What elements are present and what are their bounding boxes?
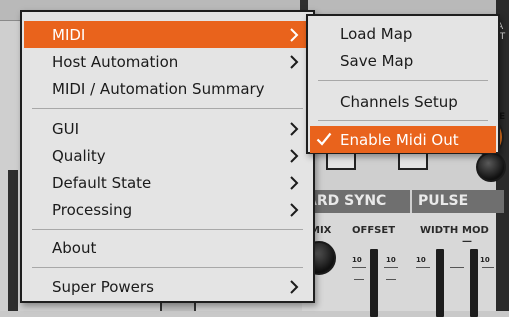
menu-item-label: Super Powers	[52, 277, 154, 296]
tick-mark	[450, 267, 464, 268]
chevron-right-icon	[283, 118, 305, 140]
col-label-mod: MOD—	[462, 225, 489, 247]
menu-item-label: Processing	[52, 200, 133, 219]
section-header-sync: ARD SYNC	[302, 190, 410, 213]
menu-item-label: Default State	[52, 173, 152, 192]
tick-mark	[384, 267, 398, 268]
menu-item-quality[interactable]: Quality	[24, 142, 311, 169]
submenu-item-enable-midi-out[interactable]: Enable Midi Out	[310, 126, 496, 153]
submenu-item-load-map[interactable]: Load Map	[310, 20, 496, 47]
slider-panel: MIX OFFSET WIDTH MOD— 10 10 10 10	[302, 213, 496, 317]
menu-item-label: MIDI / Automation Summary	[52, 79, 265, 98]
menu-item-midi-automation-summary[interactable]: MIDI / Automation Summary	[24, 75, 311, 102]
tick-label: 10	[352, 256, 362, 264]
chevron-right-icon	[283, 145, 305, 167]
tick-mark	[354, 279, 364, 280]
mod-slider[interactable]	[470, 249, 478, 317]
menu-item-host-automation[interactable]: Host Automation	[24, 48, 311, 75]
dark-frame-left	[8, 170, 18, 311]
menu-item-about[interactable]: About	[24, 234, 311, 261]
tick-label: 10	[416, 256, 426, 264]
chevron-right-icon	[283, 24, 305, 46]
menu-separator	[32, 267, 303, 268]
menu-separator	[318, 80, 488, 81]
menu-item-label: MIDI	[52, 25, 86, 44]
menu-item-super-powers[interactable]: Super Powers	[24, 273, 311, 300]
menu-separator	[32, 229, 303, 230]
submenu-item-label: Load Map	[340, 24, 413, 43]
chevron-right-icon	[283, 51, 305, 73]
menu-item-label: Host Automation	[52, 52, 179, 71]
col-label-width: WIDTH	[420, 225, 459, 236]
tick-mark	[482, 267, 494, 268]
tick-mark	[416, 267, 430, 268]
menu-item-midi[interactable]: MIDI	[24, 21, 311, 48]
menu-item-label: GUI	[52, 119, 80, 138]
menu-item-processing[interactable]: Processing	[24, 196, 311, 223]
menu-item-gui[interactable]: GUI	[24, 115, 311, 142]
main-context-menu: MIDI Host Automation MIDI / Automation S…	[20, 10, 315, 303]
checkmark-icon	[315, 129, 333, 149]
submenu-item-label: Enable Midi Out	[340, 130, 459, 149]
tick-mark	[352, 267, 366, 268]
chevron-right-icon	[283, 172, 305, 194]
tick-mark	[386, 279, 396, 280]
midi-submenu: Load Map Save Map Channels Setup Enable …	[306, 14, 500, 154]
knob-right[interactable]	[476, 152, 506, 182]
section-header-pulse: PULSE	[410, 190, 504, 213]
submenu-item-channels-setup[interactable]: Channels Setup	[310, 88, 496, 115]
submenu-item-save-map[interactable]: Save Map	[310, 47, 496, 74]
width-slider[interactable]	[436, 249, 444, 317]
submenu-item-label: Save Map	[340, 51, 414, 70]
tick-label: 10	[386, 256, 396, 264]
offset-slider[interactable]	[370, 249, 378, 317]
tick-label: 10	[480, 256, 490, 264]
menu-separator	[318, 120, 488, 121]
chevron-right-icon	[283, 276, 305, 298]
menu-separator	[32, 108, 303, 109]
submenu-item-label: Channels Setup	[340, 92, 458, 111]
menu-item-default-state[interactable]: Default State	[24, 169, 311, 196]
chevron-right-icon	[283, 199, 305, 221]
col-label-offset: OFFSET	[352, 225, 396, 236]
menu-item-label: About	[52, 238, 97, 257]
menu-item-label: Quality	[52, 146, 106, 165]
